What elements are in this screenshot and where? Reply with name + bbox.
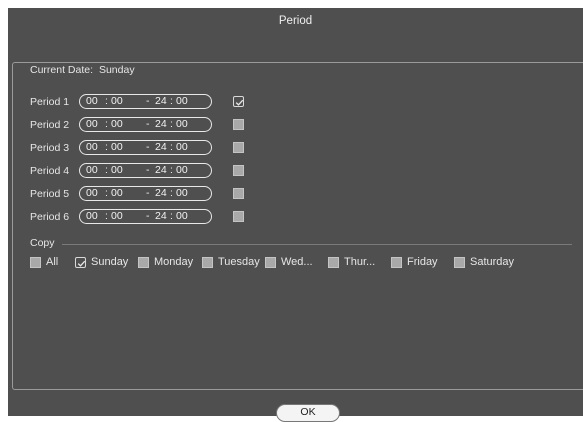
start-hour[interactable]: 00 (86, 95, 98, 108)
range-separator: - (146, 210, 150, 222)
copy-day-label: Saturday (470, 256, 515, 268)
ok-button[interactable]: OK (276, 404, 340, 422)
end-minute[interactable]: 00 (176, 164, 188, 177)
time-separator: : (105, 210, 108, 222)
end-minute[interactable]: 00 (176, 141, 188, 154)
copy-day-checkbox[interactable] (454, 257, 465, 268)
start-minute[interactable]: 00 (111, 210, 123, 223)
copy-label: Copy (30, 237, 55, 249)
period-time-range-field[interactable]: 00:00-24:00 (79, 117, 212, 132)
current-date-label: Current Date: (30, 64, 94, 76)
start-hour[interactable]: 00 (86, 210, 98, 223)
time-separator: : (105, 141, 108, 153)
period-label: Period 6 (30, 211, 70, 223)
copy-day-label: Sunday (91, 256, 129, 268)
period-enable-checkbox[interactable] (233, 119, 244, 130)
copy-day-checkbox[interactable] (30, 257, 41, 268)
copy-day-label: Friday (407, 256, 438, 268)
copy-day-label: Tuesday (218, 256, 260, 268)
time-separator: : (170, 210, 173, 222)
range-separator: - (146, 187, 150, 199)
copy-day-checkbox[interactable] (138, 257, 149, 268)
end-hour[interactable]: 24 (155, 141, 167, 154)
start-hour[interactable]: 00 (86, 118, 98, 131)
time-separator: : (170, 95, 173, 107)
end-minute[interactable]: 00 (176, 210, 188, 223)
end-hour[interactable]: 24 (155, 187, 167, 200)
time-separator: : (170, 164, 173, 176)
range-separator: - (146, 164, 150, 176)
period-enable-checkbox[interactable] (233, 142, 244, 153)
copy-day-label: Thur... (344, 256, 376, 268)
time-separator: : (170, 141, 173, 153)
end-hour[interactable]: 24 (155, 210, 167, 223)
time-separator: : (105, 118, 108, 130)
period-enable-checkbox[interactable] (233, 188, 244, 199)
copy-divider (62, 244, 572, 245)
start-minute[interactable]: 00 (111, 118, 123, 131)
period-time-range-field[interactable]: 00:00-24:00 (79, 94, 212, 109)
period-enable-checkbox[interactable] (233, 165, 244, 176)
end-minute[interactable]: 00 (176, 95, 188, 108)
end-hour[interactable]: 24 (155, 95, 167, 108)
period-settings-panel (12, 62, 583, 390)
copy-day-checkbox[interactable] (391, 257, 402, 268)
range-separator: - (146, 118, 150, 130)
current-date: Current Date: Sunday (30, 64, 135, 76)
range-separator: - (146, 95, 150, 107)
start-minute[interactable]: 00 (111, 95, 123, 108)
copy-day-checkbox[interactable] (328, 257, 339, 268)
period-enable-checkbox[interactable] (233, 96, 244, 107)
time-separator: : (105, 95, 108, 107)
period-time-range-field[interactable]: 00:00-24:00 (79, 186, 212, 201)
copy-day-checkbox[interactable] (202, 257, 213, 268)
period-label: Period 2 (30, 119, 70, 131)
start-hour[interactable]: 00 (86, 141, 98, 154)
period-enable-checkbox[interactable] (233, 211, 244, 222)
period-label: Period 3 (30, 142, 70, 154)
range-separator: - (146, 141, 150, 153)
copy-day-checkbox[interactable] (265, 257, 276, 268)
copy-day-label: All (46, 256, 59, 268)
end-hour[interactable]: 24 (155, 118, 167, 131)
dialog-title: Period (278, 15, 313, 27)
period-label: Period 4 (30, 165, 70, 177)
end-hour[interactable]: 24 (155, 164, 167, 177)
period-label: Period 1 (30, 96, 70, 108)
copy-days-row: All Sunday Monday Tuesday Wed... Thur... Frida… (30, 256, 570, 270)
current-date-value: Sunday (98, 64, 135, 76)
start-hour[interactable]: 00 (86, 187, 98, 200)
period-time-range-field[interactable]: 00:00-24:00 (79, 140, 212, 155)
start-minute[interactable]: 00 (111, 187, 123, 200)
start-minute[interactable]: 00 (111, 141, 123, 154)
time-separator: : (170, 118, 173, 130)
time-separator: : (105, 187, 108, 199)
period-label: Period 5 (30, 188, 70, 200)
start-hour[interactable]: 00 (86, 164, 98, 177)
copy-day-checkbox[interactable] (75, 257, 86, 268)
start-minute[interactable]: 00 (111, 164, 123, 177)
end-minute[interactable]: 00 (176, 187, 188, 200)
copy-day-label: Monday (154, 256, 194, 268)
time-separator: : (170, 187, 173, 199)
period-time-range-field[interactable]: 00:00-24:00 (79, 209, 212, 224)
end-minute[interactable]: 00 (176, 118, 188, 131)
time-separator: : (105, 164, 108, 176)
period-time-range-field[interactable]: 00:00-24:00 (79, 163, 212, 178)
copy-day-label: Wed... (281, 256, 313, 268)
